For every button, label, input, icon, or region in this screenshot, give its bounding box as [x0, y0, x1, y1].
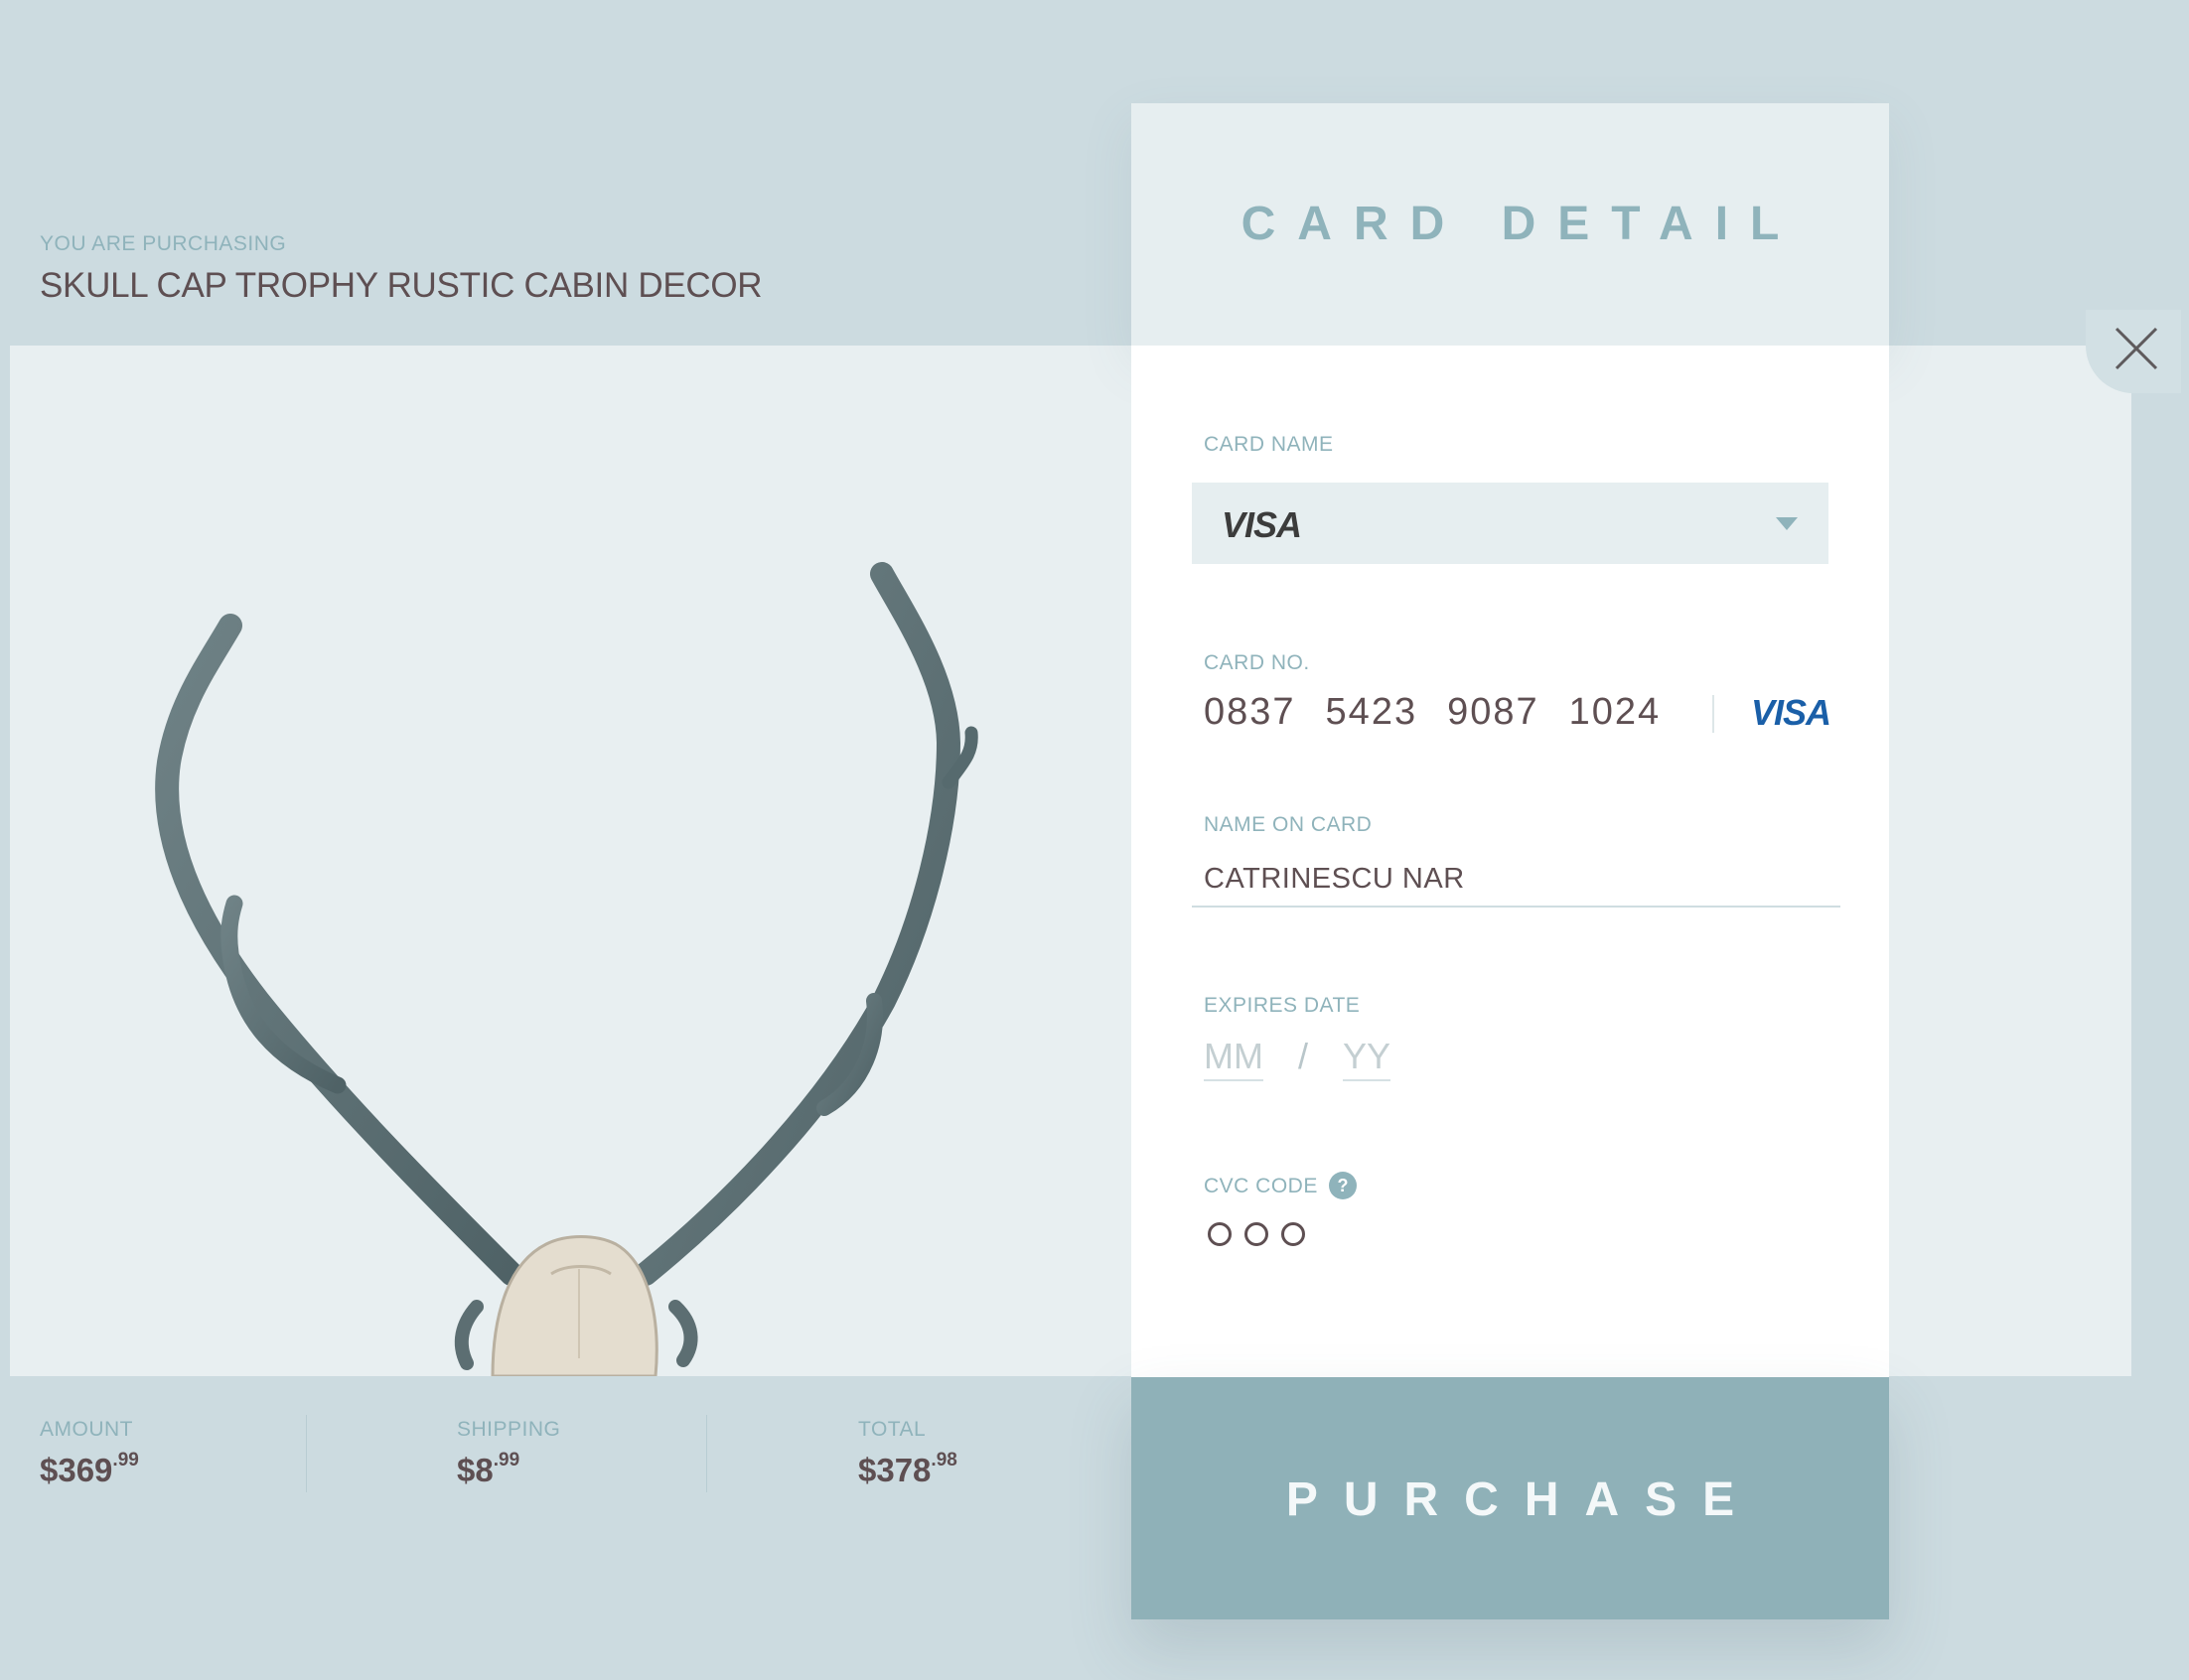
card-name-selected-value: VISA — [1222, 504, 1302, 545]
card-number-group: 9087 — [1447, 691, 1539, 733]
visa-logo: VISA — [1751, 692, 1831, 733]
expiry-separator: / — [1298, 1036, 1309, 1076]
chevron-down-icon — [1776, 517, 1798, 530]
card-number-group: 0837 — [1204, 691, 1296, 733]
card-number-divider — [1712, 695, 1714, 733]
purchase-button-label: PURCHASE — [1285, 1473, 1761, 1526]
summary-divider — [306, 1415, 307, 1492]
amount-dollars: $369 — [40, 1452, 113, 1488]
shipping-label: SHIPPING — [457, 1418, 561, 1441]
product-title: SKULL CAP TROPHY RUSTIC CABIN DECOR — [40, 266, 763, 305]
purchasing-label: YOU ARE PURCHASING — [40, 232, 287, 255]
cvc-digit-placeholder — [1208, 1222, 1232, 1246]
shipping-cents: .99 — [493, 1450, 520, 1470]
expires-date-label: EXPIRES DATE — [1204, 994, 1361, 1017]
total-cents: .98 — [931, 1450, 957, 1470]
card-number-group: 5423 — [1325, 691, 1418, 733]
expiry-year-input[interactable]: YY — [1343, 1036, 1391, 1081]
total-label: TOTAL — [858, 1418, 927, 1441]
amount-label: AMOUNT — [40, 1418, 133, 1441]
shipping-dollars: $8 — [457, 1452, 494, 1488]
close-icon — [2115, 327, 2158, 370]
card-name-label: CARD NAME — [1204, 433, 1334, 456]
name-on-card-label: NAME ON CARD — [1204, 813, 1373, 836]
cvc-digit-placeholder — [1281, 1222, 1305, 1246]
summary-divider — [706, 1415, 707, 1492]
name-on-card-input[interactable] — [1192, 852, 1840, 908]
card-number-group: 1024 — [1568, 691, 1662, 733]
help-icon[interactable]: ? — [1329, 1172, 1357, 1199]
amount-value: $369.99 — [40, 1450, 139, 1489]
cvc-code-label: CVC CODE — [1204, 1175, 1318, 1197]
expiry-month-input[interactable]: MM — [1204, 1036, 1263, 1081]
card-number-field[interactable]: 0837 5423 9087 1024 — [1204, 691, 1690, 734]
total-dollars: $378 — [858, 1452, 932, 1488]
total-value: $378.98 — [858, 1450, 957, 1489]
shipping-value: $8.99 — [457, 1450, 520, 1489]
card-number-label: CARD NO. — [1204, 651, 1310, 674]
cvc-digit-placeholder — [1244, 1222, 1268, 1246]
amount-cents: .99 — [112, 1450, 139, 1470]
card-detail-title: CARD DETAIL — [1240, 198, 1802, 250]
